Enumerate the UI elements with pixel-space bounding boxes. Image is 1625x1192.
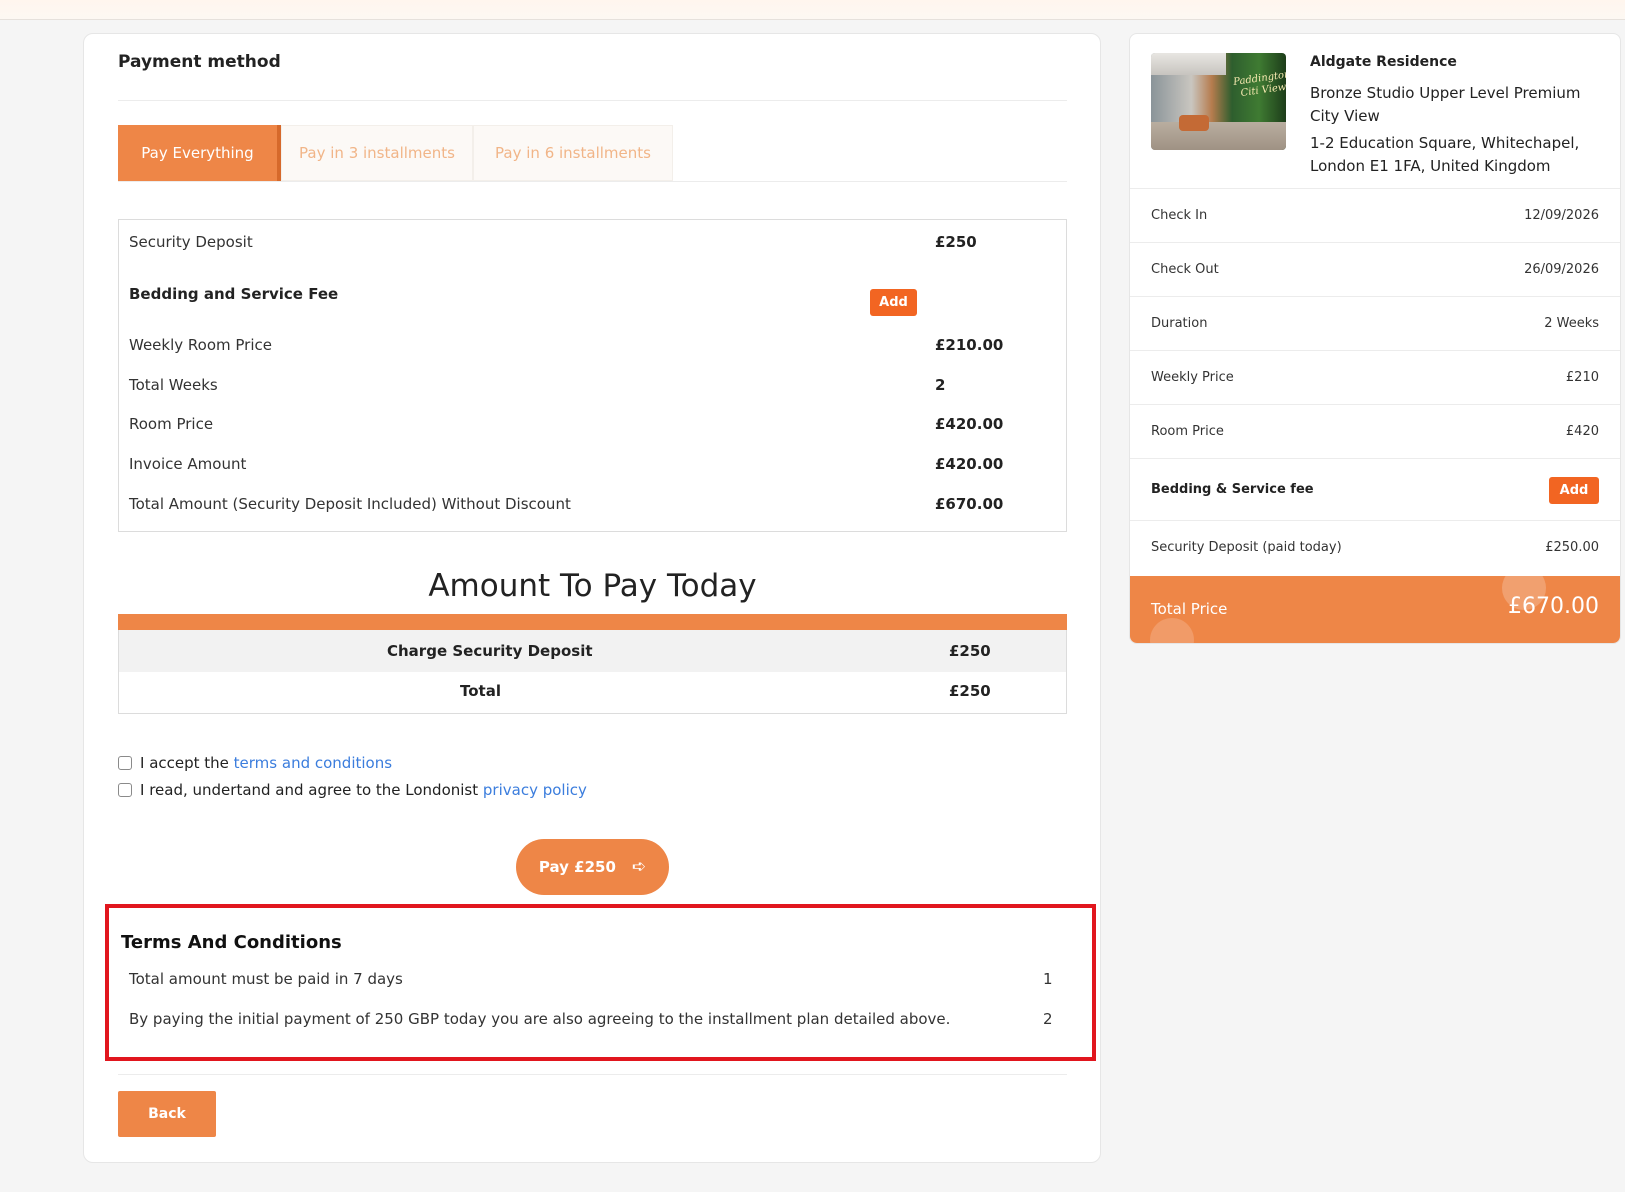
terms-item-text: By paying the initial payment of 250 GBP… [129,1010,951,1028]
summary-row-check-out: Check Out 26/09/2026 [1130,242,1620,296]
weekly-price-value: £210 [1565,370,1599,385]
weekly-room-price-value: £210.00 [935,336,1004,354]
check-in-value: 12/09/2026 [1524,208,1599,223]
privacy-link[interactable]: privacy policy [483,781,587,799]
privacy-checkbox-row: I read, undertand and agree to the Londo… [118,781,587,799]
fee-breakdown-table: Security Deposit £250 Bedding and Servic… [118,219,1067,532]
privacy-label: I read, undertand and agree to the Londo… [140,781,483,799]
pay-button-label: Pay £250 [538,858,616,876]
invoice-amount-value: £420.00 [935,455,1004,473]
pay-button[interactable]: Pay £250 ➪ [516,839,669,895]
summary-row-duration: Duration 2 Weeks [1130,296,1620,350]
tab-pay-3-installments[interactable]: Pay in 3 installments [281,125,473,181]
terms-link[interactable]: terms and conditions [234,754,392,772]
payment-method-title: Payment method [118,52,281,72]
security-deposit-value: £250 [935,233,977,251]
terms-item-number: 1 [1043,970,1053,988]
summary-bedding-add-button[interactable]: Add [1549,477,1599,504]
total-price-bar: Total Price £670.00 [1130,576,1620,643]
summary-row-security-deposit: Security Deposit (paid today) £250.00 [1130,520,1620,576]
duration-label: Duration [1151,316,1208,331]
total-label: Total [460,682,501,700]
room-price-value: £420.00 [935,415,1004,433]
security-deposit-label: Security Deposit [129,233,253,251]
amount-to-pay-title: Amount To Pay Today [428,568,757,604]
terms-title: Terms And Conditions [121,932,342,953]
summary-row-room-price: Room Price £420 [1130,404,1620,458]
total-weeks-value: 2 [935,376,946,394]
room-price-label: Room Price [1151,424,1224,439]
terms-and-conditions-box: Terms And Conditions Total amount must b… [105,904,1096,1061]
check-out-value: 26/09/2026 [1524,262,1599,277]
check-out-label: Check Out [1151,262,1219,277]
check-in-label: Check In [1151,208,1208,223]
arrow-right-icon: ➪ [631,857,647,877]
property-image: Paddington Citi View [1151,53,1286,150]
charge-deposit-value: £250 [949,642,991,660]
security-deposit-label: Security Deposit (paid today) [1151,540,1342,555]
duration-value: 2 Weeks [1544,316,1599,331]
terms-checkbox-row: I accept the terms and conditions [118,754,392,772]
payment-tabs: Pay Everything Pay in 3 installments Pay… [118,125,673,182]
total-weeks-label: Total Weeks [129,376,218,394]
invoice-amount-label: Invoice Amount [129,455,247,473]
top-strip [0,0,1625,20]
property-image-sign: Paddington Citi View [1232,69,1286,100]
charge-deposit-label: Charge Security Deposit [387,642,593,660]
weekly-price-label: Weekly Price [1151,370,1234,385]
booking-summary-card: Paddington Citi View Aldgate Residence Br… [1129,33,1621,644]
terms-checkbox[interactable] [118,756,132,770]
bedding-label: Bedding & Service fee [1151,482,1314,497]
room-price-label: Room Price [129,415,214,433]
terms-label: I accept the [140,754,234,772]
total-amount-label: Total Amount (Security Deposit Included)… [129,495,571,513]
total-amount-value: £670.00 [935,495,1004,513]
terms-item-text: Total amount must be paid in 7 days [129,970,403,988]
terms-item-number: 2 [1043,1010,1053,1028]
room-name: Bronze Studio Upper Level Premium City V… [1310,84,1581,125]
back-button[interactable]: Back [118,1091,216,1137]
property-address: 1-2 Education Square, Whitechapel, Londo… [1310,134,1580,175]
tabs-divider [118,181,1067,182]
privacy-checkbox[interactable] [118,783,132,797]
bedding-fee-label: Bedding and Service Fee [129,285,339,303]
summary-row-weekly-price: Weekly Price £210 [1130,350,1620,404]
total-value: £250 [949,682,991,700]
total-price-value: £670.00 [1508,594,1599,619]
pay-table-header-bar [118,614,1067,630]
room-price-value: £420 [1565,424,1599,439]
pay-today-table: Charge Security Deposit £250 Total £250 [118,614,1067,714]
summary-row-bedding: Bedding & Service fee Add [1130,458,1620,520]
security-deposit-value: £250.00 [1545,540,1599,555]
divider [118,100,1067,101]
summary-row-check-in: Check In 12/09/2026 [1130,188,1620,242]
tab-pay-everything[interactable]: Pay Everything [118,125,281,181]
bedding-add-button[interactable]: Add [870,289,917,316]
tab-pay-6-installments[interactable]: Pay in 6 installments [473,125,673,181]
divider [118,1074,1067,1075]
weekly-room-price-label: Weekly Room Price [129,336,272,354]
payment-card: Payment method Pay Everything Pay in 3 i… [83,33,1101,1163]
total-price-label: Total Price [1151,600,1228,618]
hotel-name: Aldgate Residence [1310,54,1457,70]
